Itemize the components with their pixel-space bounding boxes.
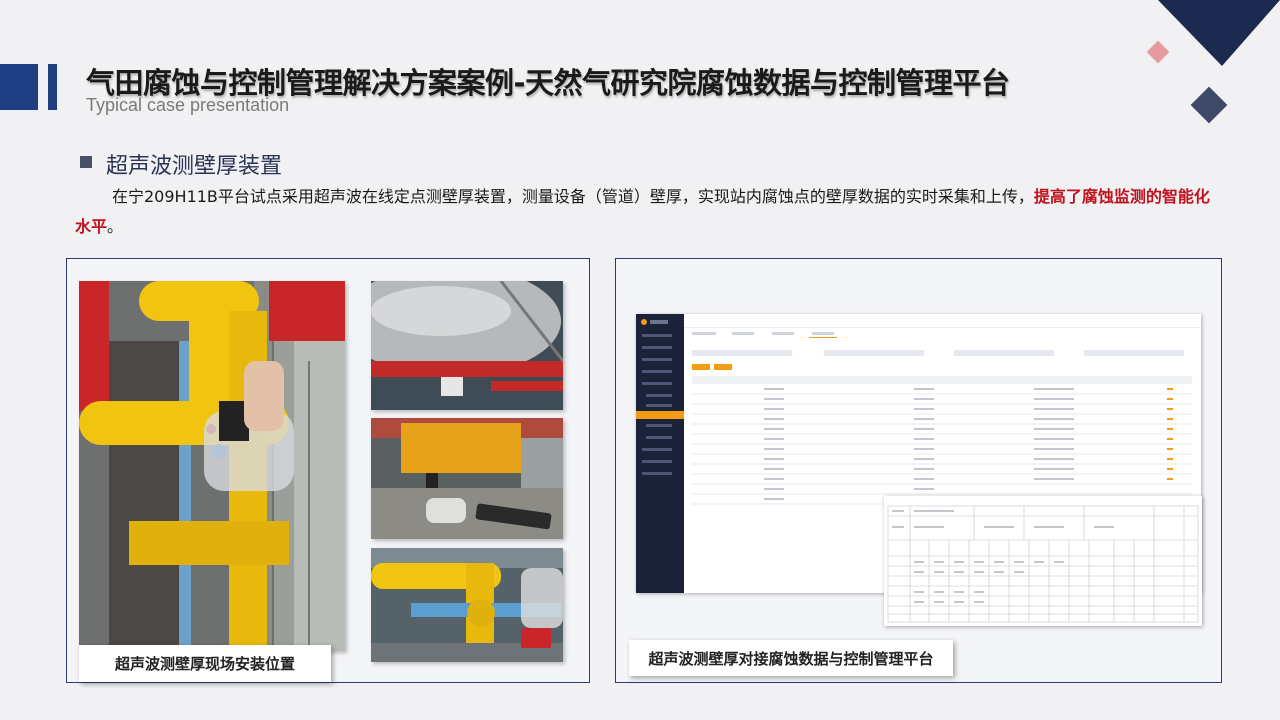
navy-diamond-decoration (1190, 86, 1228, 124)
title-accent-bar-thin (48, 64, 57, 110)
corner-triangle-decoration (1158, 0, 1280, 66)
site-photo-box (371, 418, 563, 539)
thickness-data-table (884, 496, 1202, 626)
paragraph-text: 在宁209H11B平台试点采用超声波在线定点测壁厚装置，测量设备（管道）壁厚，实… (112, 187, 1034, 206)
platform-topbar (684, 314, 1201, 328)
section-title: 超声波测壁厚装置 (106, 154, 283, 179)
paragraph-end: 。 (107, 217, 124, 236)
title-accent-bar (0, 64, 38, 110)
right-caption: 超声波测壁厚对接腐蚀数据与控制管理平台 (629, 640, 953, 676)
left-caption: 超声波测壁厚现场安装位置 (79, 645, 331, 682)
page-subtitle: Typical case presentation (86, 95, 290, 115)
site-photo-tank (371, 281, 563, 410)
section-paragraph: 在宁209H11B平台试点采用超声波在线定点测壁厚装置，测量设备（管道）壁厚，实… (75, 182, 1215, 242)
section-bullet-icon (80, 156, 92, 168)
site-photo-valve (371, 548, 563, 662)
site-photo-main (79, 281, 345, 651)
platform-sidebar (636, 314, 684, 593)
